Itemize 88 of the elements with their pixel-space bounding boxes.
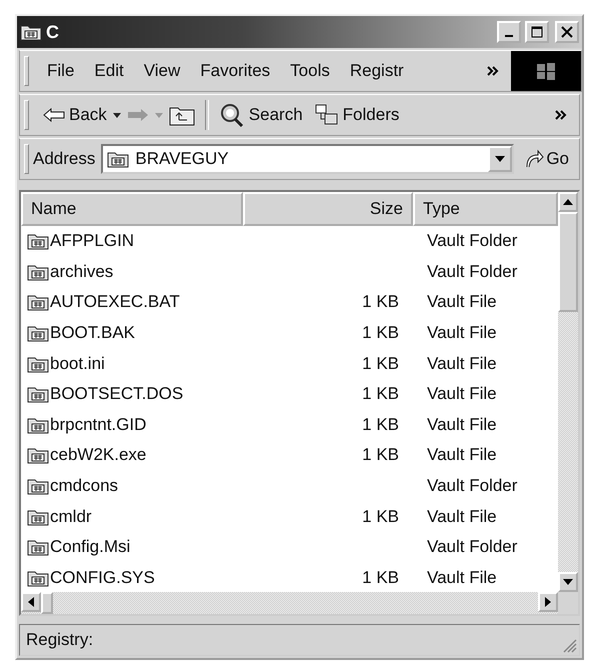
- window-title: C: [46, 22, 60, 42]
- windows-logo-icon: [511, 51, 581, 91]
- caret-icon: [495, 156, 506, 162]
- search-button[interactable]: Search: [212, 99, 309, 131]
- file-name[interactable]: brpcntnt.GID: [50, 414, 146, 435]
- file-type: Vault File: [427, 445, 497, 464]
- menu-item[interactable]: Edit: [84, 55, 134, 87]
- vault-item-icon: [27, 354, 49, 373]
- file-type: Vault Folder: [427, 476, 518, 496]
- menu-item[interactable]: File: [37, 55, 84, 87]
- file-type: Vault File: [427, 506, 497, 526]
- scrollbar-thumb[interactable]: [41, 592, 53, 614]
- file-name[interactable]: AUTOEXEC.BAT: [50, 292, 180, 312]
- curved-arrow-icon: [524, 149, 544, 169]
- vault-folder-icon: [20, 23, 42, 41]
- file-name[interactable]: archives: [50, 262, 114, 282]
- file-type: Vault Folder: [427, 537, 518, 556]
- up-arrow-icon[interactable]: [563, 199, 573, 205]
- left-arrow-icon[interactable]: [28, 597, 34, 607]
- file-type: Vault File: [427, 384, 497, 404]
- vault-item-icon: [27, 416, 49, 434]
- file-type: Vault File: [427, 354, 497, 373]
- vault-item-icon: [27, 324, 49, 342]
- address-field[interactable]: BRAVEGUY: [101, 144, 514, 174]
- file-name[interactable]: BOOTSECT.DOS: [50, 384, 184, 404]
- file-size: 1 KB: [362, 568, 399, 587]
- minimize-icon: [505, 35, 513, 37]
- folders-icon: [314, 104, 339, 126]
- search-icon: [218, 103, 245, 127]
- file-type: Vault File: [427, 323, 497, 342]
- file-name[interactable]: cmdcons: [50, 476, 118, 496]
- forward-arrow-icon: [126, 107, 149, 123]
- go-button[interactable]: Go: [514, 149, 579, 169]
- file-type: Vault File: [427, 414, 497, 434]
- dropdown-button[interactable]: [488, 146, 512, 172]
- vault-item-icon: [27, 508, 49, 526]
- close-icon: [561, 26, 573, 38]
- column-header[interactable]: Size: [243, 192, 413, 226]
- vault-folder-icon: [107, 150, 130, 168]
- folders-button[interactable]: Folders: [308, 100, 406, 130]
- vault-item-icon: [27, 538, 49, 556]
- vertical-scrollbar[interactable]: [558, 192, 578, 592]
- file-name[interactable]: boot.ini: [50, 354, 105, 374]
- vault-item-icon: [27, 477, 49, 496]
- file-size: 1 KB: [362, 354, 399, 373]
- right-arrow-icon[interactable]: [545, 597, 551, 607]
- file-name[interactable]: cebW2K.exe: [50, 445, 146, 466]
- file-type: Vault File: [427, 568, 497, 587]
- file-size: 1 KB: [362, 414, 399, 434]
- menu-item[interactable]: Tools: [280, 55, 340, 87]
- file-size: 1 KB: [362, 506, 399, 526]
- vault-item-icon: [27, 385, 49, 404]
- column-header[interactable]: Name: [21, 192, 243, 226]
- file-name[interactable]: AFPPLGIN: [50, 231, 134, 252]
- menu-item[interactable]: Favorites: [190, 55, 280, 87]
- file-type: Vault Folder: [427, 231, 518, 250]
- back-arrow-icon: [43, 107, 65, 123]
- file-size: 1 KB: [362, 445, 399, 464]
- close-button[interactable]: [555, 21, 579, 43]
- status-text: Registry:: [26, 630, 94, 650]
- file-name[interactable]: cmldr: [50, 506, 92, 527]
- maximize-icon: [531, 26, 543, 38]
- file-type: Vault Folder: [427, 262, 518, 281]
- resize-grip-icon[interactable]: [563, 639, 577, 653]
- vault-item-icon: [27, 232, 49, 250]
- vault-item-icon: [27, 446, 49, 464]
- menu-item[interactable]: View: [134, 55, 190, 87]
- menu-item[interactable]: Registr: [340, 55, 414, 87]
- file-name[interactable]: CONFIG.SYS: [50, 568, 155, 588]
- vault-item-icon: [27, 262, 49, 281]
- scrollbar-thumb[interactable]: [558, 212, 578, 312]
- maximize-button[interactable]: [525, 21, 549, 43]
- file-name[interactable]: BOOT.BAK: [50, 323, 136, 344]
- column-header[interactable]: Type: [413, 192, 558, 226]
- file-size: 1 KB: [362, 292, 399, 312]
- caret-icon: [112, 112, 121, 118]
- back-button[interactable]: Back: [37, 101, 113, 129]
- vault-item-icon: [27, 293, 49, 312]
- file-size: 1 KB: [362, 323, 399, 342]
- caret-icon: [154, 112, 163, 118]
- address-label: Address: [33, 149, 96, 169]
- horizontal-scrollbar[interactable]: [21, 592, 558, 614]
- vault-item-icon: [27, 568, 49, 587]
- file-name[interactable]: Config.Msi: [50, 537, 130, 558]
- file-size: 1 KB: [362, 384, 399, 404]
- down-arrow-icon[interactable]: [563, 579, 573, 585]
- minimize-button[interactable]: [497, 21, 521, 43]
- file-type: Vault File: [427, 292, 497, 312]
